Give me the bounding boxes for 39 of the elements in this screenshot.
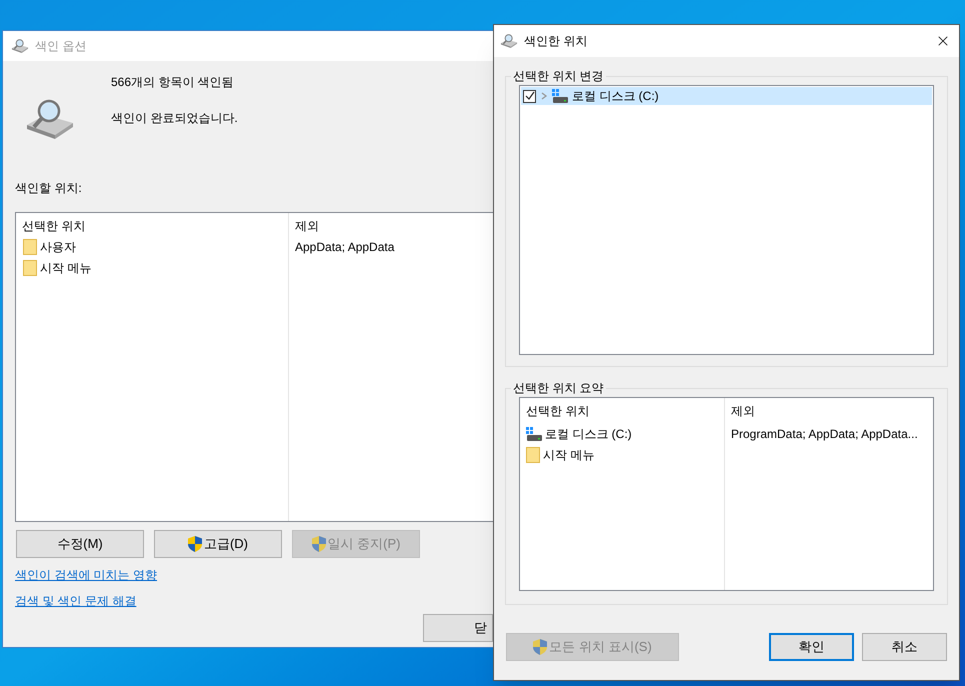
section-label: 색인할 위치: [15, 180, 82, 197]
dialog-button[interactable]: 고급(D) [154, 530, 282, 558]
folder-icon [526, 446, 540, 462]
help-link[interactable]: 색인이 검색에 미치는 영향 [15, 566, 158, 584]
close-button[interactable]: 닫 [423, 614, 493, 642]
column-header: 선택한 위치 [526, 403, 590, 420]
status-text: 566개의 항목이 색인됨 [111, 74, 235, 91]
shield-icon [533, 639, 548, 655]
window-title: 색인 옵션 [35, 38, 86, 55]
dialog-button[interactable]: 수정(M) [16, 530, 144, 558]
shield-icon [188, 536, 202, 552]
drive-search-icon [11, 39, 29, 53]
table-cell-text: 사용자 [40, 238, 76, 256]
drive-search-icon [500, 34, 518, 48]
table-cell-text: 시작 메뉴 [40, 260, 92, 276]
folder-icon [23, 260, 37, 276]
table-cell-text: 로컬 디스크 (C:) [545, 426, 632, 442]
tree-item-label: 로컬 디스크 (C:) [572, 88, 659, 105]
help-link[interactable]: 검색 및 색인 문제 해결 [15, 592, 136, 610]
status-text: 색인이 완료되었습니다. [111, 110, 238, 127]
folder-icon [23, 238, 37, 254]
group-title: 선택한 위치 변경 [512, 68, 605, 85]
column-header: 제외 [295, 218, 320, 235]
column-header: 선택한 위치 [22, 218, 86, 235]
drive-search-icon [25, 99, 75, 139]
column-header: 제외 [731, 403, 756, 420]
shield-icon [312, 536, 326, 552]
window-title: 색인한 위치 [524, 33, 588, 50]
checkmark-icon [524, 91, 534, 101]
tree-item[interactable]: 로컬 디스크 (C:) [521, 87, 932, 105]
checkbox[interactable] [523, 90, 536, 102]
dialog-button[interactable]: 확인 [769, 633, 854, 661]
table-cell-text: 시작 메뉴 [543, 446, 594, 464]
group-title: 선택한 위치 요약 [512, 380, 605, 397]
dialog-button[interactable]: 취소 [862, 633, 947, 661]
table-cell-text: ProgramData; AppData; AppData... [731, 426, 918, 442]
drive-icon [526, 426, 542, 440]
drive-icon [552, 89, 568, 103]
table-cell-text: AppData; AppData [295, 238, 394, 256]
